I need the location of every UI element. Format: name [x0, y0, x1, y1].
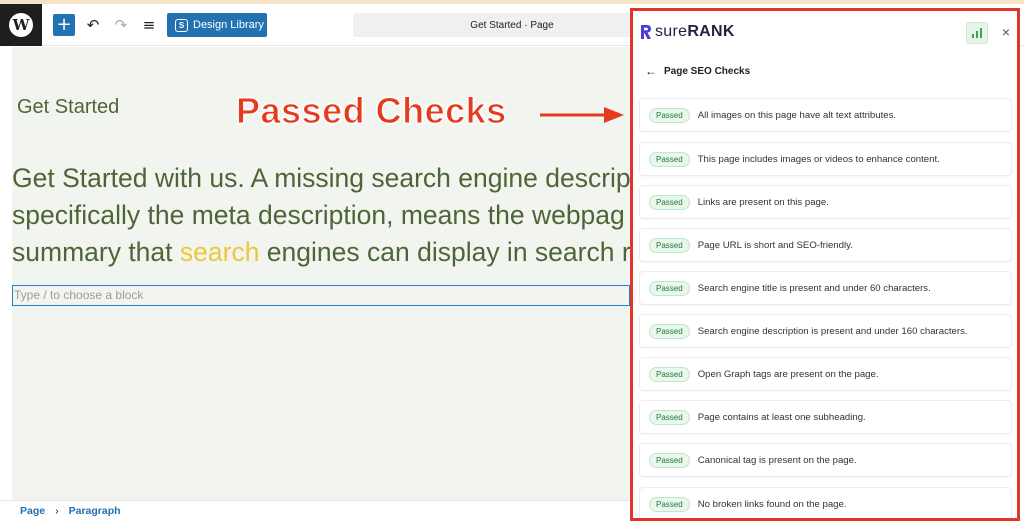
check-item[interactable]: Passed This page includes images or video… [639, 142, 1012, 176]
passed-badge: Passed [649, 280, 690, 296]
surerank-panel: sureRANK × ← Page SEO Checks Passed All i… [630, 8, 1020, 521]
empty-block-input[interactable]: Type / to choose a block [12, 285, 630, 306]
passed-badge: Passed [649, 107, 690, 123]
redo-icon[interactable]: ↷ [112, 13, 130, 37]
passed-badge: Passed [649, 409, 690, 425]
annotation-arrow-icon [540, 107, 624, 123]
check-text: This page includes images or videos to e… [697, 153, 940, 165]
check-item[interactable]: Passed Canonical tag is present on the pa… [639, 443, 1012, 477]
spectra-icon: S [175, 18, 188, 32]
check-item[interactable]: Passed All images on this page have alt t… [639, 98, 1012, 132]
paragraph-line-2: specifically the meta description, means… [12, 200, 625, 230]
passed-badge: Passed [649, 237, 690, 253]
document-overview-icon[interactable]: ≡ [140, 13, 158, 37]
surerank-logo: sureRANK [640, 23, 735, 41]
brand-text-bold: RANK [687, 23, 735, 40]
check-item[interactable]: Passed Search engine description is prese… [639, 314, 1012, 348]
paragraph-line-3: summary that search engines can display … [12, 234, 630, 271]
paragraph-line-3-end: engines can display in search r [259, 237, 630, 267]
breadcrumb: Page › Paragraph [0, 500, 630, 521]
undo-icon[interactable]: ↶ [84, 13, 102, 37]
add-block-button[interactable]: + [53, 14, 75, 36]
wordpress-logo-glyph: W [9, 13, 33, 37]
passed-badge: Passed [649, 496, 690, 512]
passed-badge: Passed [649, 194, 690, 210]
chart-icon[interactable] [966, 22, 988, 44]
check-text: No broken links found on the page. [697, 498, 847, 510]
highlighted-word: search [179, 237, 260, 267]
close-icon[interactable]: × [997, 23, 1015, 41]
check-text: All images on this page have alt text at… [697, 109, 897, 121]
check-text: Search engine description is present and… [697, 325, 968, 337]
panel-title: Page SEO Checks [664, 65, 751, 77]
passed-badge: Passed [649, 151, 690, 167]
design-library-label: Design Library [193, 19, 264, 31]
check-text: Canonical tag is present on the page. [697, 454, 857, 466]
paragraph-line-1: Get Started with us. A missing search en… [12, 163, 630, 193]
passed-checks-annotation: Passed Checks [236, 90, 507, 132]
check-item[interactable]: Passed Page contains at least one subhead… [639, 400, 1012, 434]
breadcrumb-page[interactable]: Page [20, 505, 45, 517]
passed-badge: Passed [649, 323, 690, 339]
check-text: Search engine title is present and under… [697, 282, 931, 294]
check-item[interactable]: Passed Search engine title is present and… [639, 271, 1012, 305]
breadcrumb-separator: › [55, 505, 59, 517]
paragraph-block[interactable]: Get Started with us. A missing search en… [12, 160, 630, 271]
check-text: Page contains at least one subheading. [697, 411, 866, 423]
breadcrumb-paragraph[interactable]: Paragraph [69, 505, 121, 517]
check-item[interactable]: Passed Page URL is short and SEO-friendly… [639, 228, 1012, 262]
check-text: Page URL is short and SEO-friendly. [697, 239, 853, 251]
check-text: Links are present on this page. [697, 196, 829, 208]
check-item[interactable]: Passed Open Graph tags are present on the… [639, 357, 1012, 391]
back-arrow-icon: ← [645, 64, 657, 78]
passed-badge: Passed [649, 366, 690, 382]
design-library-button[interactable]: S Design Library [167, 13, 267, 37]
check-item[interactable]: Passed Links are present on this page. [639, 185, 1012, 219]
brand-text-light: sure [655, 23, 688, 40]
check-item[interactable]: Passed No broken links found on the page. [639, 487, 1012, 518]
surerank-logo-icon [641, 25, 651, 39]
back-to-checks-link[interactable]: ← Page SEO Checks [645, 64, 750, 78]
page-heading[interactable]: Get Started [17, 96, 119, 119]
document-title-bar[interactable]: Get Started · Page [353, 13, 671, 37]
paragraph-line-3-start: summary that [12, 237, 180, 267]
check-text: Open Graph tags are present on the page. [697, 368, 879, 380]
passed-badge: Passed [649, 452, 690, 468]
wordpress-logo-icon[interactable]: W [0, 4, 42, 46]
